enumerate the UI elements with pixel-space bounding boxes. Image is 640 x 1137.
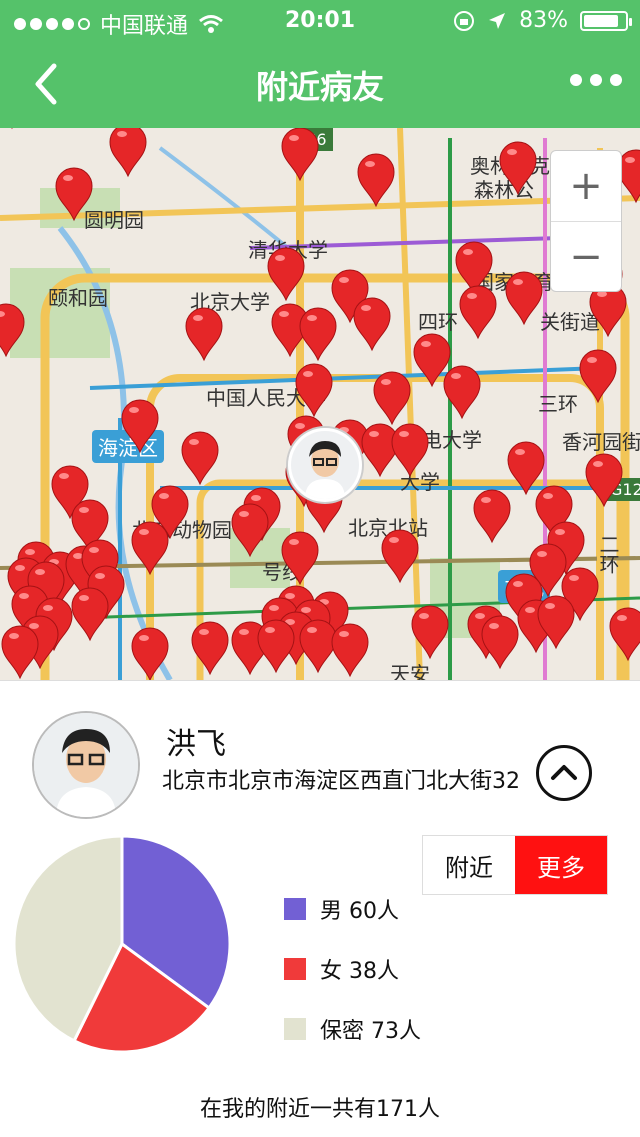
- patient-marker[interactable]: [609, 607, 640, 662]
- chevron-up-icon: [551, 765, 577, 780]
- avatar-icon: [291, 431, 359, 499]
- user-name: 洪飞: [166, 727, 226, 762]
- legend-swatch: [284, 898, 306, 920]
- nav-bar: 附近病友: [0, 40, 640, 128]
- page-title: 附近病友: [255, 68, 384, 106]
- legend-label: 保密 73人: [320, 1019, 421, 1044]
- patient-marker[interactable]: [381, 529, 419, 584]
- battery-percent: 83%: [519, 8, 568, 33]
- patient-marker[interactable]: [473, 489, 511, 544]
- patient-marker[interactable]: [281, 531, 319, 586]
- patient-marker[interactable]: [299, 619, 337, 674]
- orientation-lock-icon: [454, 10, 475, 31]
- chart-legend: 男 60人 女 38人 保密 73人: [284, 879, 421, 1059]
- patient-marker[interactable]: [331, 623, 369, 678]
- range-toggle: 附近 更多: [422, 835, 608, 895]
- patient-marker[interactable]: [131, 521, 169, 576]
- patient-marker[interactable]: [121, 399, 159, 454]
- patient-marker[interactable]: [109, 128, 147, 178]
- zoom-in-button[interactable]: +: [551, 151, 621, 222]
- legend-swatch: [284, 1018, 306, 1040]
- patient-marker[interactable]: [499, 141, 537, 196]
- patient-marker[interactable]: [411, 605, 449, 660]
- patient-marker[interactable]: [181, 431, 219, 486]
- patient-marker[interactable]: [185, 307, 223, 362]
- patient-marker[interactable]: [191, 621, 229, 676]
- header: 中国联通 20:01 83% 附近病友: [0, 0, 640, 128]
- patient-marker[interactable]: [357, 153, 395, 208]
- user-address: 北京市北京市海淀区西直门北大街32: [162, 769, 520, 794]
- map-view[interactable]: 奥林匹克 森林公 圆明园 清华大学 颐和园 北京大学 国家体育馆 四环 关街道 …: [0, 128, 640, 680]
- patient-marker[interactable]: [585, 453, 623, 508]
- patient-marker[interactable]: [267, 247, 305, 302]
- collapse-button[interactable]: [536, 745, 592, 801]
- legend-item: 保密 73人: [284, 999, 421, 1059]
- zoom-control: + −: [550, 150, 622, 292]
- tab-nearby[interactable]: 附近: [423, 836, 515, 894]
- patient-marker[interactable]: [505, 271, 543, 326]
- status-right: 83%: [453, 8, 632, 33]
- patient-marker[interactable]: [459, 285, 497, 340]
- patient-marker[interactable]: [579, 349, 617, 404]
- patient-marker[interactable]: [71, 587, 109, 642]
- patient-marker[interactable]: [361, 423, 399, 478]
- legend-label: 女 38人: [320, 959, 399, 984]
- patient-marker[interactable]: [55, 167, 93, 222]
- patient-marker[interactable]: [299, 307, 337, 362]
- legend-swatch: [284, 958, 306, 980]
- battery-icon: [580, 10, 632, 31]
- more-dots-icon[interactable]: [570, 74, 622, 86]
- patient-marker[interactable]: [373, 371, 411, 426]
- zoom-out-button[interactable]: −: [551, 222, 621, 292]
- patient-marker[interactable]: [257, 619, 295, 674]
- total-count-text: 在我的附近一共有171人: [200, 1097, 440, 1122]
- patient-marker[interactable]: [481, 615, 519, 670]
- current-user-marker[interactable]: [288, 428, 362, 502]
- legend-label: 男 60人: [320, 899, 399, 924]
- location-arrow-icon: [489, 12, 506, 29]
- info-panel: 洪飞 北京市北京市海淀区西直门北大街32 附近 更多 男 60人 女 38人 保…: [0, 680, 640, 1137]
- patient-marker[interactable]: [231, 503, 269, 558]
- patient-marker[interactable]: [1, 625, 39, 680]
- patient-marker[interactable]: [131, 627, 169, 680]
- marker-layer[interactable]: [0, 128, 640, 680]
- patient-marker[interactable]: [295, 363, 333, 418]
- patient-marker[interactable]: [443, 365, 481, 420]
- legend-item: 男 60人: [284, 879, 421, 939]
- tab-more[interactable]: 更多: [515, 836, 607, 894]
- patient-marker[interactable]: [507, 441, 545, 496]
- status-bar: 中国联通 20:01 83%: [0, 0, 640, 40]
- patient-marker[interactable]: [281, 128, 319, 182]
- avatar-icon: [34, 713, 138, 817]
- avatar: [32, 711, 140, 819]
- patient-marker[interactable]: [353, 297, 391, 352]
- legend-item: 女 38人: [284, 939, 421, 999]
- patient-marker[interactable]: [0, 303, 25, 358]
- patient-marker[interactable]: [391, 423, 429, 478]
- gender-pie-chart: [12, 834, 232, 1054]
